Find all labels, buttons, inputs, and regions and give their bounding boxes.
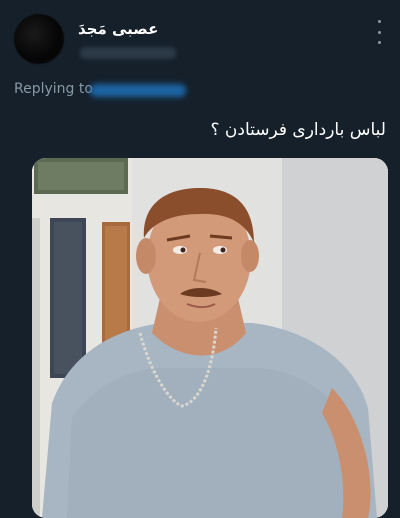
tweet-media-image[interactable] bbox=[32, 158, 388, 518]
tweet-text: لباس بارداری فرستادن ؟ bbox=[210, 120, 386, 140]
author-avatar[interactable] bbox=[14, 14, 64, 64]
replying-to-handle-redacted[interactable] bbox=[90, 84, 186, 97]
author-handle-redacted bbox=[80, 47, 176, 59]
replying-to-label: Replying to bbox=[14, 81, 93, 97]
more-options-icon[interactable] bbox=[374, 20, 384, 44]
media-photo-illustration bbox=[32, 158, 388, 518]
author-display-name[interactable]: عصبی مَجدَ bbox=[78, 20, 158, 38]
